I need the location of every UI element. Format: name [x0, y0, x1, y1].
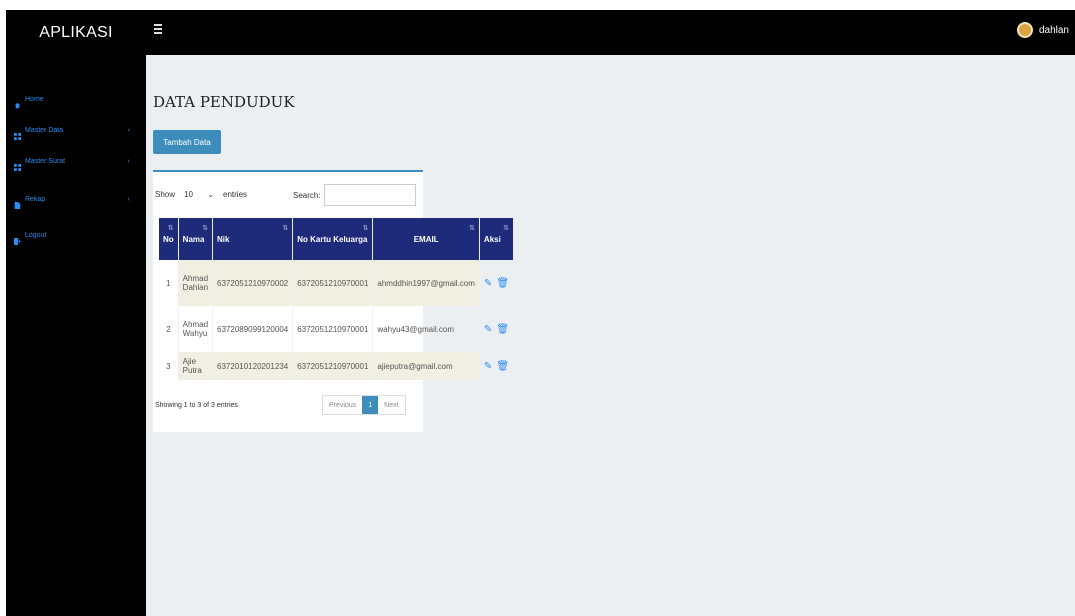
sidebar-item-rekap[interactable]: Rekap ‹ [14, 196, 140, 209]
trash-icon[interactable]: 🗑 [496, 278, 509, 289]
grid-icon [14, 158, 21, 171]
column-header-email[interactable]: ⇅ EMAIL [372, 218, 480, 260]
cell-actions: ✎ 🗑 [479, 260, 515, 306]
cell-kk: 6372051210970001 [292, 260, 374, 306]
sidebar: Home Master Data ‹ Master Surat ‹ Rekap … [6, 55, 146, 616]
next-page-button[interactable]: Next [378, 396, 404, 414]
sort-icon: ⇅ [503, 225, 510, 232]
page-title: DATA PENDUDUK [153, 93, 295, 111]
top-navbar: APLIKASI dahlan [6, 10, 1075, 55]
table-header-row: ⇅ No ⇅ Nama ⇅ Nik ⇅ No Kartu Keluarga ⇅ EMAIL… [159, 218, 515, 260]
sidebar-item-label: Master Data [25, 127, 64, 134]
sidebar-item-label: Master Surat [25, 158, 66, 165]
edit-icon[interactable]: ✎ [484, 278, 492, 289]
column-header-no[interactable]: ⇅ No [159, 218, 179, 260]
cell-actions: ✎ 🗑 [479, 352, 515, 380]
sidebar-item-master-surat[interactable]: Master Surat ‹ [14, 158, 140, 171]
search-label: Search: [293, 190, 321, 200]
cell-no: 3 [159, 352, 179, 380]
home-icon [14, 96, 21, 109]
chevron-left-icon: ‹ [127, 196, 130, 203]
sidebar-item-home[interactable]: Home [14, 96, 140, 109]
sort-icon: ⇅ [362, 225, 369, 232]
cell-nik: 6372010120201234 [212, 352, 294, 380]
pagination: Previous 1 Next [322, 395, 406, 415]
cell-kk: 6372051210970001 [292, 306, 374, 352]
entries-label: entries [223, 189, 248, 199]
menu-toggle-icon[interactable] [154, 24, 164, 36]
avatar[interactable] [1016, 22, 1033, 38]
sidebar-item-master-data[interactable]: Master Data ‹ [14, 127, 140, 140]
username[interactable]: dahlan [1039, 25, 1069, 36]
sort-icon: ⇅ [202, 225, 209, 232]
app-brand[interactable]: APLIKASI [6, 10, 146, 55]
sort-icon: ⇅ [282, 225, 289, 232]
column-header-nama[interactable]: ⇅ Nama [178, 218, 214, 260]
cell-nama: Ahmad Wahyu [178, 306, 214, 352]
column-header-aksi[interactable]: ⇅ Aksi [479, 218, 515, 260]
table-controls: Show 10 ⌄ entries Search: [153, 182, 423, 206]
cell-nama: Ajie Putra [178, 352, 214, 380]
page-length-select[interactable]: 10 ⌄ [179, 186, 220, 202]
cell-nik: 6372051210970002 [212, 260, 294, 306]
grid-icon [14, 127, 21, 140]
search-input[interactable] [323, 184, 416, 206]
add-data-button[interactable]: Tambah Data [153, 130, 221, 154]
table-row: 3 Ajie Putra 6372010120201234 6372051210… [159, 352, 515, 380]
cell-actions: ✎ 🗑 [479, 306, 515, 352]
edit-icon[interactable]: ✎ [484, 324, 492, 335]
table-row: 1 Ahmad Dahlan 6372051210970002 63720512… [159, 260, 515, 306]
data-table-box: Show 10 ⌄ entries Search: ⇅ No ⇅ Nama ⇅ Nik… [153, 170, 515, 432]
search-control: Search: [293, 184, 416, 206]
cell-email: ajieputra@gmail.com [372, 352, 480, 380]
cell-email: wahyu43@gmail.com [372, 306, 480, 352]
edit-icon[interactable]: ✎ [484, 361, 492, 372]
sidebar-item-label: Rekap [25, 196, 46, 203]
sort-asc-icon: ⇅ [167, 225, 174, 232]
chevron-left-icon: ‹ [127, 158, 130, 165]
column-header-kk[interactable]: ⇅ No Kartu Keluarga [292, 218, 374, 260]
cell-email: ahmddhin1997@gmail.com [372, 260, 480, 306]
cell-no: 1 [159, 260, 179, 306]
sidebar-item-label: Home [25, 96, 44, 103]
logout-icon [14, 232, 21, 245]
chevron-left-icon: ‹ [127, 127, 130, 134]
cell-kk: 6372051210970001 [292, 352, 374, 380]
trash-icon[interactable]: 🗑 [496, 361, 509, 372]
cell-nik: 6372089099120004 [212, 306, 294, 352]
user-menu[interactable]: dahlan [1016, 22, 1069, 38]
main-content: DATA PENDUDUK Tambah Data Show 10 ⌄ entr… [146, 55, 1075, 616]
chevron-down-icon: ⌄ [207, 189, 215, 199]
page-length-value: 10 [184, 189, 193, 199]
sidebar-item-logout[interactable]: Logout [14, 232, 140, 245]
cell-nama: Ahmad Dahlan [178, 260, 214, 306]
column-header-nik[interactable]: ⇅ Nik [212, 218, 294, 260]
sort-icon: ⇅ [469, 225, 475, 232]
page-1-button[interactable]: 1 [362, 396, 379, 414]
document-icon [14, 196, 21, 209]
page-length-control: Show 10 ⌄ entries [155, 186, 247, 202]
trash-icon[interactable]: 🗑 [496, 324, 509, 335]
show-label: Show [155, 189, 176, 199]
data-table: ⇅ No ⇅ Nama ⇅ Nik ⇅ No Kartu Keluarga ⇅ EMAIL… [159, 218, 515, 380]
table-row: 2 Ahmad Wahyu 6372089099120004 637205121… [159, 306, 515, 352]
table-info: Showing 1 to 3 of 3 entries [155, 402, 238, 409]
previous-page-button[interactable]: Previous [323, 396, 362, 414]
sidebar-item-label: Logout [25, 232, 47, 239]
cell-no: 2 [159, 306, 179, 352]
